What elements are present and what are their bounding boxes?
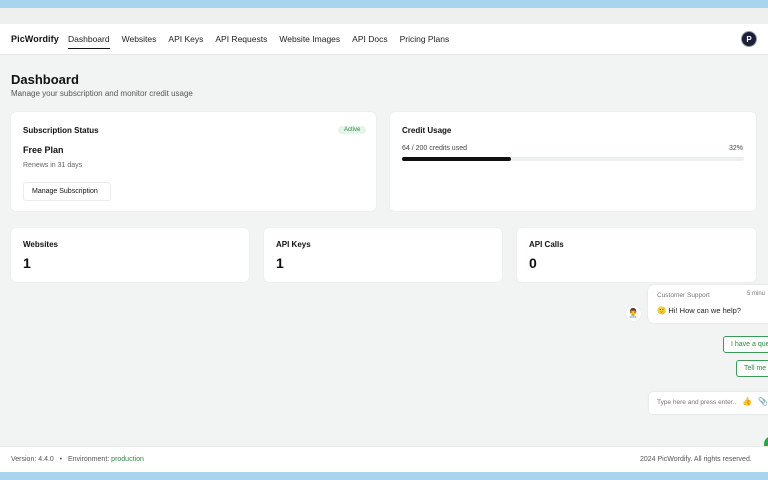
attachment-icon[interactable]: 📎 <box>758 397 768 406</box>
bottom-band <box>0 472 768 480</box>
stat-card-api-calls <box>517 228 756 282</box>
stat-label-api-calls: API Calls <box>529 240 564 249</box>
nav-item-websites[interactable]: Websites <box>122 34 157 49</box>
footer-meta: Version: 4.4.0 • Environment: production <box>11 456 144 463</box>
thumbs-up-icon[interactable]: 👍 <box>742 397 752 406</box>
quick-reply-tell-me[interactable]: Tell me <box>736 360 768 377</box>
subscription-title: Subscription Status <box>23 126 99 135</box>
nav-item-website-images[interactable]: Website Images <box>279 34 340 49</box>
nav-item-api-keys[interactable]: API Keys <box>168 34 203 49</box>
chat-input-placeholder: Type here and press enter.. <box>657 399 737 406</box>
user-avatar[interactable]: P <box>741 31 757 47</box>
credit-progress-fill <box>402 157 512 161</box>
status-badge: Active <box>338 126 367 134</box>
plan-name: Free Plan <box>23 145 64 155</box>
nav-item-pricing-plans[interactable]: Pricing Plans <box>400 34 450 49</box>
stat-value-websites: 1 <box>23 255 31 271</box>
stat-value-api-calls: 0 <box>529 255 537 271</box>
credits-percent: 32% <box>729 145 744 152</box>
footer-separator: • <box>59 456 63 463</box>
footer: Version: 4.4.0 • Environment: production… <box>0 446 768 472</box>
environment-value: production <box>111 456 144 463</box>
stat-label-websites: Websites <box>23 240 58 249</box>
stat-label-api-keys: API Keys <box>276 240 311 249</box>
quick-reply-question[interactable]: I have a que <box>723 336 768 353</box>
stat-card-websites <box>11 228 249 282</box>
nav-item-api-docs[interactable]: API Docs <box>352 34 387 49</box>
brand-logo[interactable]: PicWordify <box>11 34 59 44</box>
top-gap <box>0 8 768 24</box>
renewal-text: Renews in 31 days <box>23 162 83 169</box>
support-agent-name: Customer Support <box>657 292 710 299</box>
page-subtitle: Manage your subscription and monitor cre… <box>11 89 193 98</box>
version-value: 4.4.0 <box>38 456 54 463</box>
top-band <box>0 0 768 8</box>
credit-progress-bar <box>402 157 744 161</box>
chat-message-bubble: Customer Support 5 minu 🙂 Hi! How can we… <box>648 285 768 323</box>
credit-usage-title: Credit Usage <box>402 126 452 135</box>
stat-value-api-keys: 1 <box>276 255 284 271</box>
main-nav: Dashboard Websites API Keys API Requests… <box>68 34 449 49</box>
chat-input[interactable]: Type here and press enter.. 👍 📎 <box>649 392 768 414</box>
credits-used-text: 64 / 200 credits used <box>402 145 467 152</box>
message-time: 5 minu <box>747 291 766 297</box>
page-title: Dashboard <box>11 72 79 87</box>
manage-subscription-button[interactable]: Manage Subscription <box>23 182 111 201</box>
environment-label: Environment: <box>67 456 110 463</box>
support-agent-avatar: 👨‍⚕️ <box>625 305 642 322</box>
copyright: 2024 PicWordify. All rights reserved. <box>640 456 752 463</box>
stat-card-api-keys <box>264 228 502 282</box>
nav-item-dashboard[interactable]: Dashboard <box>68 34 110 49</box>
greeting-message: 🙂 Hi! How can we help? <box>657 306 741 315</box>
nav-item-api-requests[interactable]: API Requests <box>215 34 267 49</box>
version-label: Version: <box>11 456 37 463</box>
navbar: PicWordify Dashboard Websites API Keys A… <box>0 24 768 55</box>
